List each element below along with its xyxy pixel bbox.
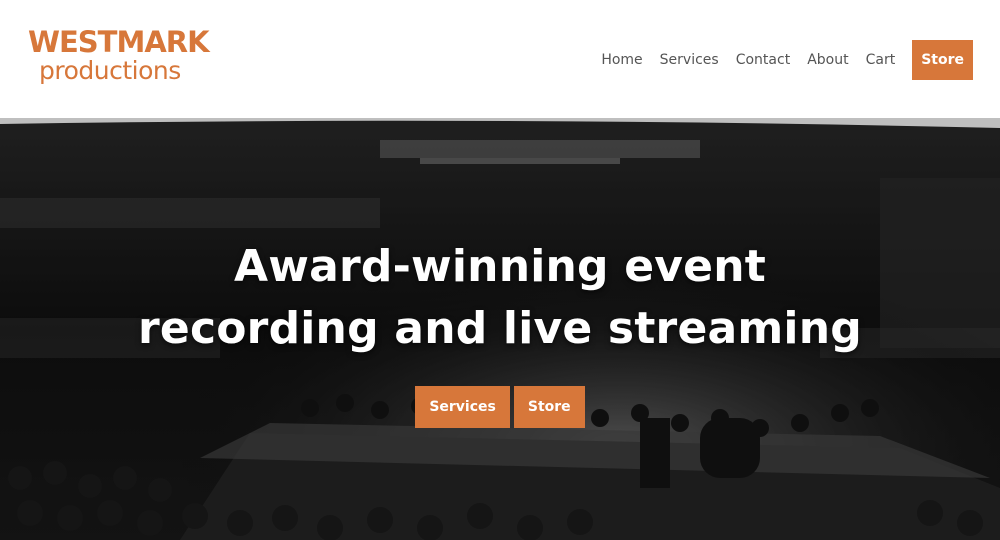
hero-headline: Award-winning event recording and live s… — [0, 236, 1000, 360]
hero-store-button[interactable]: Store — [513, 386, 585, 428]
hero-headline-line2: recording and live streaming — [138, 303, 862, 354]
nav-about[interactable]: About — [807, 40, 848, 80]
main-nav: Home Services Contact About Cart Store — [584, 40, 973, 80]
nav-cart[interactable]: Cart — [866, 40, 896, 80]
logo-subtitle: productions — [39, 56, 181, 85]
site-header: WESTMARK productions Home Services Conta… — [0, 0, 1000, 124]
hero-headline-line1: Award-winning event — [234, 241, 766, 292]
nav-contact[interactable]: Contact — [736, 40, 790, 80]
logo-wordmark: WESTMARK — [28, 25, 210, 59]
hero-cta-group: Services Store — [0, 386, 1000, 428]
nav-services[interactable]: Services — [660, 40, 719, 80]
hero-services-button[interactable]: Services — [415, 386, 510, 428]
nav-store-button[interactable]: Store — [912, 40, 973, 80]
site-logo[interactable]: WESTMARK productions — [28, 25, 210, 85]
nav-home[interactable]: Home — [601, 40, 642, 80]
hero-banner: Award-winning event recording and live s… — [0, 118, 1000, 540]
